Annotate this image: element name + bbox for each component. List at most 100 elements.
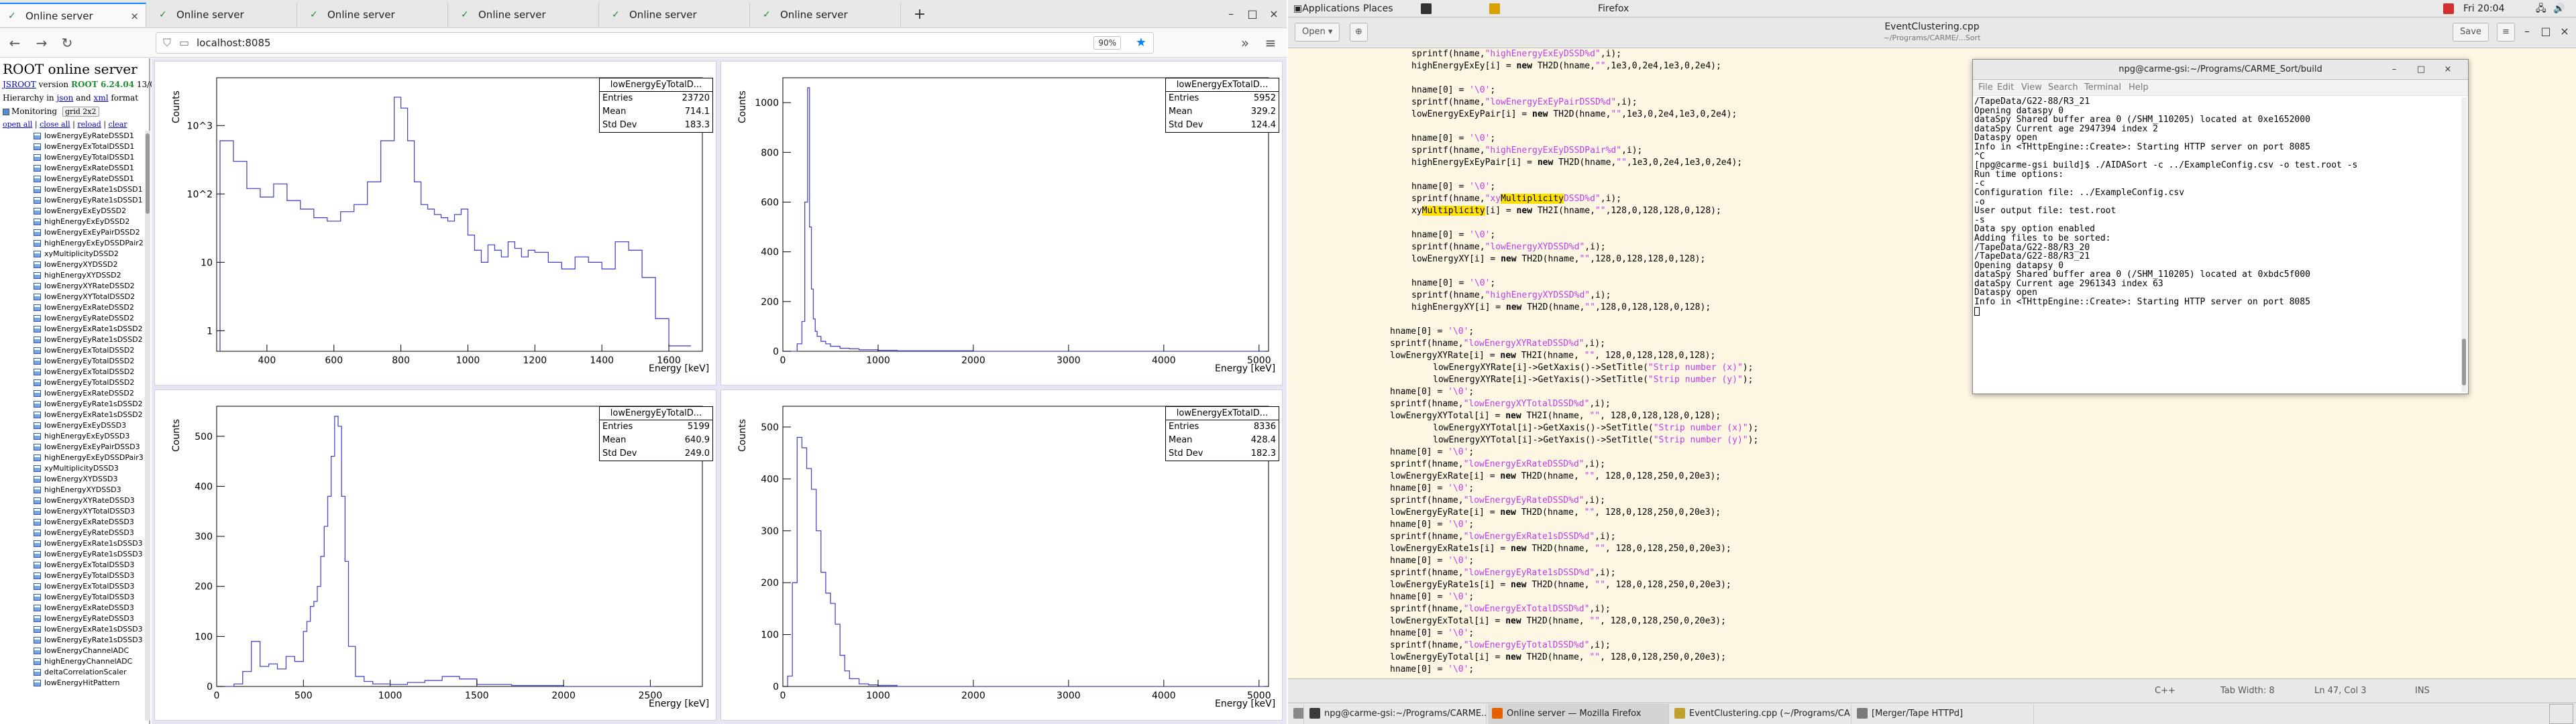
close-window-icon[interactable]: × — [2441, 63, 2455, 76]
tree-item[interactable]: lowEnergyExRate1sDSSD3 — [34, 624, 145, 635]
tab-online-server-3[interactable]: ✓ Online server — [302, 3, 448, 27]
forward-arrow-icon[interactable]: → — [32, 34, 51, 52]
reload-icon[interactable]: ↻ — [58, 34, 76, 52]
layout-select[interactable]: grid 2x2 — [62, 107, 99, 117]
terminal-output[interactable]: /TapeData/G22-88/R3_21 Opening dataspy 0d… — [1974, 97, 2457, 392]
close-window-icon[interactable]: × — [2555, 21, 2575, 42]
applet-icon[interactable] — [1489, 3, 1500, 14]
show-desktop-icon[interactable] — [1289, 704, 1304, 724]
tab-online-server-5[interactable]: ✓ Online server — [604, 3, 750, 27]
overflow-chevron-icon[interactable]: » — [1236, 34, 1254, 52]
menu-edit[interactable]: Edit — [1997, 80, 2014, 96]
tree-item[interactable]: lowEnergyEyRateDSSD1 — [34, 174, 145, 184]
tree-item[interactable]: lowEnergyExTotalDSSD1 — [34, 141, 145, 152]
menu-icon[interactable]: ≡ — [2497, 23, 2515, 42]
applications-menu[interactable]: ▣ Applications — [1293, 0, 1360, 17]
tree-item[interactable]: deltaCorrelationScaler — [34, 667, 145, 678]
xml-link[interactable]: xml — [94, 93, 109, 103]
tree-item[interactable]: lowEnergyEyRate1sDSSD3 — [34, 635, 145, 646]
tree-item[interactable]: highEnergyXYDSSD2 — [34, 270, 145, 281]
tree-item[interactable]: xyMultiplicityDSSD3 — [34, 463, 145, 474]
tree-item[interactable]: xyMultiplicityDSSD2 — [34, 249, 145, 259]
close-tab-icon[interactable]: × — [130, 4, 139, 27]
minimize-icon[interactable]: – — [2387, 63, 2401, 76]
json-link[interactable]: json — [56, 93, 73, 103]
tree-item[interactable]: highEnergyExEyDSSDPair3 — [34, 452, 145, 463]
volume-icon[interactable]: 🔊 — [2553, 0, 2565, 17]
tree-item[interactable]: lowEnergyXYDSSD2 — [34, 259, 145, 270]
stats-box[interactable]: lowEnergyExTotalD... Entries 5952 Mean 329… — [1165, 78, 1279, 133]
tree-item[interactable]: lowEnergyExEyPairDSSD3 — [34, 442, 145, 452]
tree-item[interactable]: highEnergyExEyDSSD2 — [34, 217, 145, 227]
tree-item[interactable]: lowEnergyExEyDSSD3 — [34, 420, 145, 431]
tree-item[interactable]: lowEnergyExRateDSSD1 — [34, 163, 145, 174]
close-window-icon[interactable]: × — [1264, 4, 1284, 24]
active-app-menu[interactable]: Firefox — [1598, 0, 1629, 17]
tree-item[interactable]: lowEnergyExRate1sDSSD2 — [34, 410, 145, 420]
tree-scrollbar[interactable] — [145, 131, 150, 721]
tree-item[interactable]: lowEnergyEyRate1sDSSD2 — [34, 399, 145, 410]
histogram-pad[interactable]: 400 600 800 1000 1200 1400 1600 10^3 10^2 10 1 low… — [154, 61, 716, 385]
tree-item[interactable]: lowEnergyXYTotalDSSD2 — [34, 292, 145, 302]
tree-item[interactable]: lowEnergyExRateDSSD2 — [34, 388, 145, 399]
stats-box[interactable]: lowEnergyEyTotalD... Entries 5199 Mean 640… — [599, 406, 713, 461]
tree-item[interactable]: lowEnergyExRateDSSD2 — [34, 302, 145, 313]
clock[interactable]: Fri 20:04 — [2463, 0, 2504, 17]
tab-online-server-1[interactable]: ✓ Online server × — [0, 3, 146, 27]
url-bar[interactable]: ⛉ ▭ localhost:8085 90% ★ — [156, 32, 1154, 54]
tree-item[interactable]: highEnergyXYDSSD3 — [34, 485, 145, 495]
clear-link[interactable]: clear — [109, 120, 127, 129]
menu-terminal[interactable]: Terminal — [2084, 80, 2121, 96]
tree-item[interactable]: lowEnergyXYRateDSSD3 — [34, 495, 145, 506]
network-icon[interactable]: 🖧 — [2536, 0, 2546, 17]
taskbar-item-editor[interactable]: EventClustering.cpp (~/Programs/CA... — [1670, 704, 1851, 724]
taskbar-item-firefox[interactable]: Online server — Mozilla Firefox — [1488, 704, 1669, 724]
tree-item[interactable]: lowEnergyEyRateDSSD3 — [34, 613, 145, 624]
tree-item[interactable]: lowEnergyEyRate1sDSSD1 — [34, 195, 145, 206]
tree-item[interactable]: lowEnergyExRateDSSD3 — [34, 517, 145, 528]
new-tab-button[interactable]: + — [910, 3, 930, 27]
tab-online-server-6[interactable]: ✓ Online server — [755, 3, 901, 27]
tree-item[interactable]: lowEnergyEyRateDSSD1 — [34, 131, 145, 141]
zoom-indicator[interactable]: 90% — [1093, 36, 1121, 50]
terminal-launcher-icon[interactable] — [1421, 3, 1432, 14]
histogram-pad[interactable]: 0 1000 2000 3000 4000 5000 0 200 400 600 800 1000 l… — [720, 61, 1283, 385]
page-info-icon[interactable]: ▭ — [179, 33, 189, 53]
terminal-scrollbar[interactable] — [2461, 97, 2467, 392]
tab-online-server-2[interactable]: ✓ Online server — [151, 3, 297, 27]
tree-item[interactable]: highEnergyExEyDSSD3 — [34, 431, 145, 442]
tree-item[interactable]: lowEnergyXYRateDSSD2 — [34, 281, 145, 292]
maximize-icon[interactable]: □ — [1242, 4, 1263, 24]
tab-online-server-4[interactable]: ✓ Online server — [453, 3, 599, 27]
save-button[interactable]: Save — [2453, 23, 2489, 42]
menu-file[interactable]: File — [1978, 80, 1993, 96]
tree-item[interactable]: lowEnergyEyTotalDSSD3 — [34, 592, 145, 603]
jsroot-link[interactable]: JSROOT — [3, 80, 36, 89]
notification-icon[interactable] — [2443, 3, 2454, 14]
tree-item[interactable]: lowEnergyEyTotalDSSD1 — [34, 152, 145, 163]
taskbar-item-merger[interactable]: [Merger/Tape HTTPd] — [1853, 704, 2034, 724]
terminal-window[interactable]: npg@carme-gsi:~/Programs/CARME_Sort/buil… — [1972, 59, 2469, 394]
tree-item[interactable]: lowEnergyExRate1sDSSD1 — [34, 184, 145, 195]
bookmark-star-icon[interactable]: ★ — [1136, 33, 1146, 53]
tree-item[interactable]: lowEnergyEyTotalDSSD2 — [34, 377, 145, 388]
tree-item[interactable]: lowEnergyExTotalDSSD3 — [34, 581, 145, 592]
tree-item[interactable]: highEnergyChannelADC — [34, 656, 145, 667]
tree-item[interactable]: lowEnergyEyTotalDSSD3 — [34, 570, 145, 581]
tree-item[interactable]: lowEnergyExRate1sDSSD2 — [34, 324, 145, 335]
open-all-link[interactable]: open all — [3, 120, 32, 129]
back-arrow-icon[interactable]: ← — [5, 34, 24, 52]
tree-item[interactable]: lowEnergyExRateDSSD3 — [34, 603, 145, 613]
tree-item[interactable]: lowEnergyEyRateDSSD3 — [34, 528, 145, 538]
stats-box[interactable]: lowEnergyEyTotalD... Entries 23720 Mean 71… — [599, 78, 713, 133]
tree-item[interactable]: lowEnergyExTotalDSSD2 — [34, 345, 145, 356]
tree-item[interactable]: lowEnergyEyRate1sDSSD3 — [34, 549, 145, 560]
tree-item[interactable]: lowEnergyEyRate1sDSSD2 — [34, 335, 145, 345]
tree-item[interactable]: lowEnergyExTotalDSSD3 — [34, 560, 145, 570]
tree-item[interactable]: lowEnergyExTotalDSSD2 — [34, 367, 145, 377]
scrollbar-thumb[interactable] — [146, 133, 150, 214]
tree-item[interactable]: lowEnergyChannelADC — [34, 646, 145, 656]
tab-width-selector[interactable]: Tab Width: 8 — [2220, 679, 2275, 703]
places-menu[interactable]: Places — [1363, 0, 1393, 17]
minimize-icon[interactable]: – — [2517, 21, 2537, 42]
